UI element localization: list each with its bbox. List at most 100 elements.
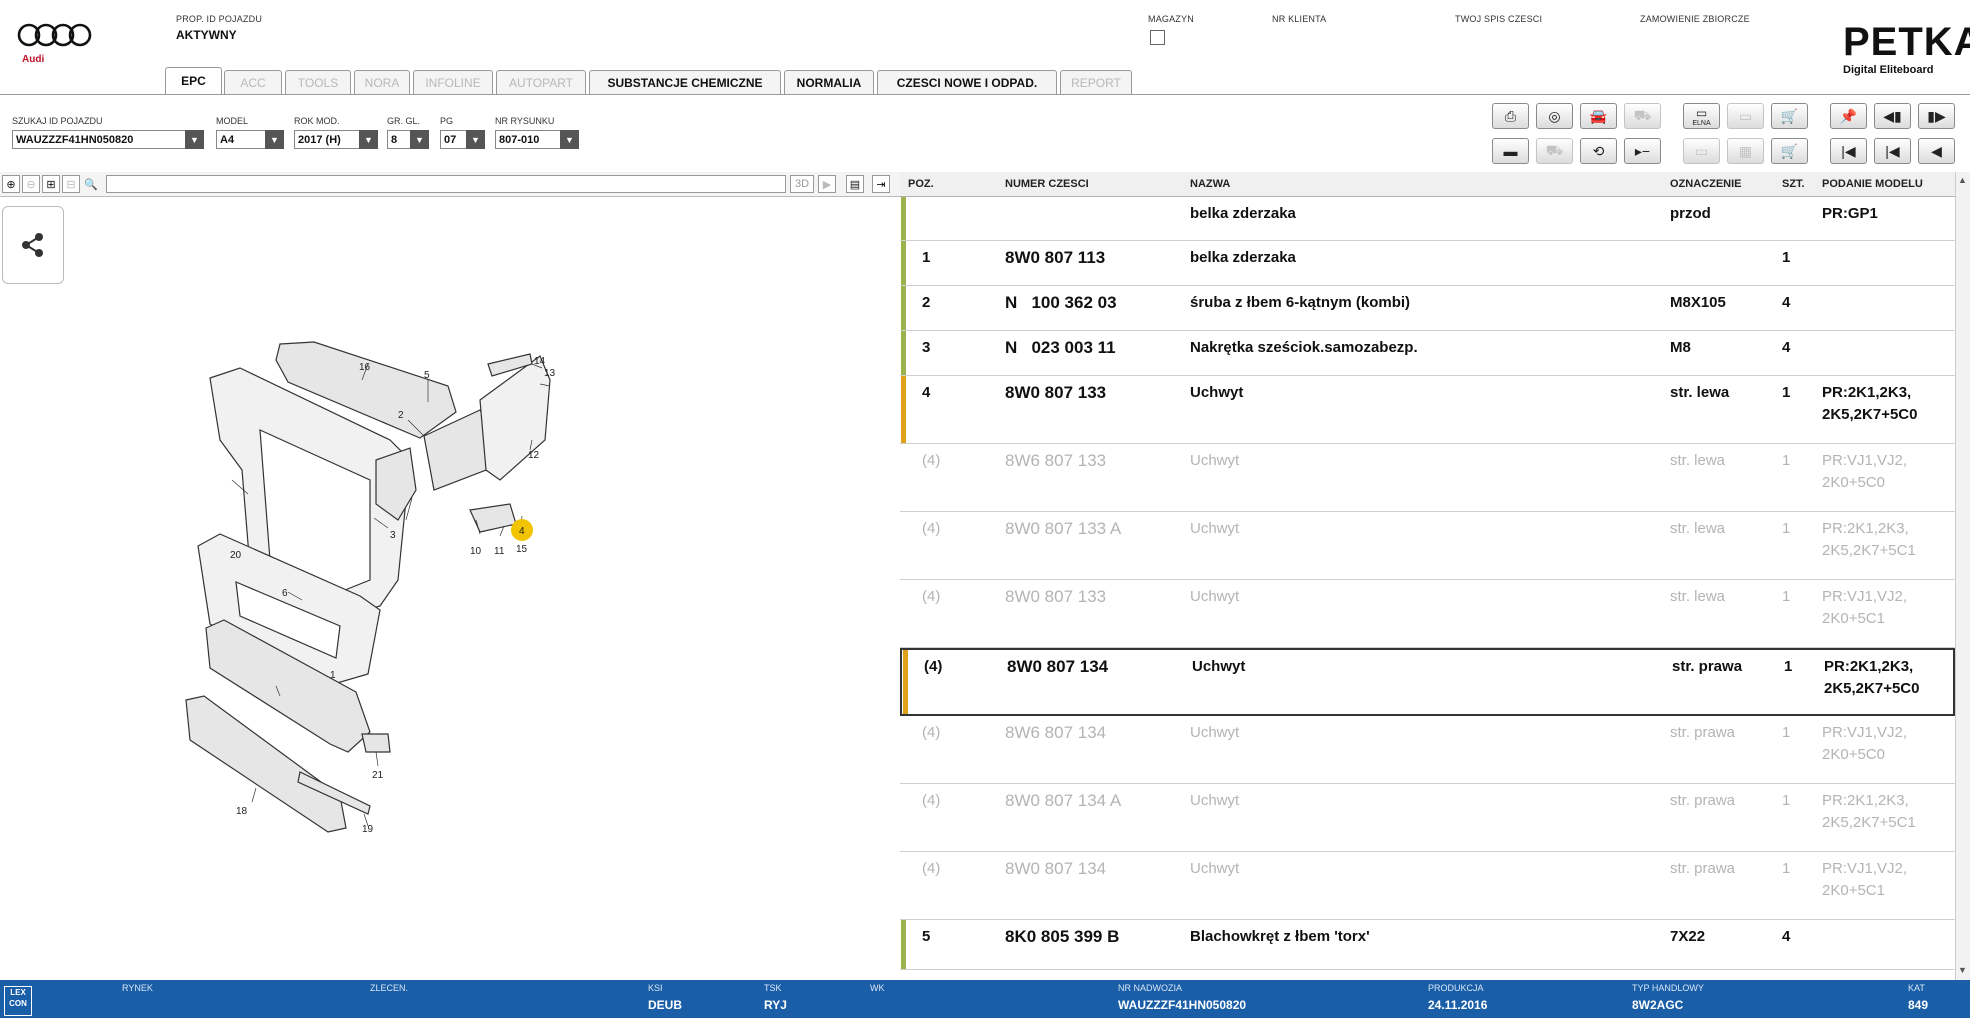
pin-icon[interactable]: 📌 [1830, 103, 1867, 129]
drawing-search-input[interactable] [106, 175, 786, 193]
cell-nazwa: Uchwyt [1190, 520, 1240, 537]
table-row[interactable]: belka zderzaka przod PR:GP1 [900, 197, 1955, 241]
scroll-down-icon[interactable]: ▼ [1958, 965, 1967, 975]
search-icon[interactable]: 🔍 [82, 175, 100, 193]
col-szt[interactable]: SZT. [1782, 178, 1805, 190]
zoom-out-icon[interactable]: ⊖ [22, 175, 40, 193]
zoom-area-icon[interactable]: ⊞ [42, 175, 60, 193]
chevron-down-icon[interactable]: ▼ [560, 130, 579, 149]
tab-acc[interactable]: ACC [224, 70, 282, 94]
app-header: Audi PROP. ID POJAZDU AKTYWNY MAGAZYN NR… [0, 0, 1970, 95]
zlecen-label: ZLECEN. [370, 983, 409, 993]
col-poz[interactable]: POZ. [908, 178, 934, 190]
info-disabled-icon[interactable]: ▭ [1727, 103, 1764, 129]
magazyn-checkbox[interactable] [1150, 30, 1165, 45]
zoom-in-icon[interactable]: ⊕ [2, 175, 20, 193]
table-row[interactable]: (4) 8W0 807 133 A Uchwyt str. lewa 1 PR:2K1,2… [900, 512, 1955, 580]
first-icon[interactable]: |◀ [1830, 138, 1867, 164]
back-icon[interactable]: ◀ [1918, 138, 1955, 164]
expand-icon[interactable]: ⇥ [872, 175, 890, 193]
table-row[interactable]: (4) 8W6 807 134 Uchwyt str. prawa 1 PR:VJ1,VJ… [900, 716, 1955, 784]
col-oznaczenie[interactable]: OZNACZENIE [1670, 178, 1742, 190]
typ-handlowy-label: TYP HANDLOWY [1632, 983, 1704, 993]
spis-czesci-label: TWOJ SPIS CZESCI [1455, 14, 1543, 24]
info2-disabled-icon[interactable]: ▭ [1683, 138, 1720, 164]
vin-select[interactable]: WAUZZZF41HN050820 ▼ [12, 130, 204, 149]
cell-szt: 1 [1782, 249, 1791, 266]
prev-icon[interactable]: |◀ [1874, 138, 1911, 164]
nr-rysunku-select[interactable]: 807-010 ▼ [495, 130, 579, 149]
elna-label: ELNA [1692, 119, 1711, 127]
table-row[interactable]: 2 N 100 362 03 śruba z łbem 6-kątnym (komb… [900, 286, 1955, 331]
step-icon[interactable]: ▸− [1624, 138, 1661, 164]
share-button[interactable] [2, 206, 64, 284]
cart-icon[interactable]: 🛒 [1771, 138, 1808, 164]
tab-autopart[interactable]: AUTOPART [496, 70, 586, 94]
table-row[interactable]: (4) 8W0 807 134 Uchwyt str. prawa 1 PR:VJ1,VJ… [900, 852, 1955, 920]
table-row[interactable]: (4) 8W0 807 133 Uchwyt str. lewa 1 PR:VJ1,VJ2… [900, 580, 1955, 648]
print-icon[interactable]: ⎙ [1492, 103, 1529, 129]
gr-value: 8 [391, 133, 398, 146]
part-disabled-icon[interactable]: ▦ [1727, 138, 1764, 164]
exploded-parts-drawing[interactable]: 16 5 2 14 13 12 4 3 10 11 15 20 6 1 21 1… [180, 320, 700, 860]
rok-select[interactable]: 2017 (H) ▼ [294, 130, 378, 149]
tab-normalia[interactable]: NORMALIA [784, 70, 874, 94]
table-row[interactable]: (4) 8W0 807 134 Uchwyt str. prawa 1 PR:2K1,2K… [900, 648, 1955, 716]
cell-model-line2: 2K5,2K7+5C0 [1824, 680, 1920, 697]
tab-tools[interactable]: TOOLS [285, 70, 351, 94]
col-numer[interactable]: NUMER CZESCI [1005, 178, 1089, 190]
tab-substancje-chemiczne[interactable]: SUBSTANCJE CHEMICZNE [589, 70, 781, 94]
table-scrollbar[interactable]: ▲ ▼ [1955, 172, 1970, 980]
vin-label: SZUKAJ ID POJAZDU [12, 116, 103, 126]
tab-infoline[interactable]: INFOLINE [413, 70, 493, 94]
cell-nazwa: belka zderzaka [1190, 249, 1296, 266]
cell-oznaczenie: str. prawa [1670, 792, 1736, 809]
tab-epc[interactable]: EPC [165, 67, 222, 94]
col-podanie[interactable]: PODANIE MODELU [1822, 178, 1923, 190]
car-tilt-icon[interactable]: ⟲ [1580, 138, 1617, 164]
tab-report[interactable]: REPORT [1060, 70, 1132, 94]
table-row[interactable]: (4) 8W6 807 133 Uchwyt str. lewa 1 PR:VJ1,VJ2… [900, 444, 1955, 512]
cell-numer: 8W0 807 133 [1005, 383, 1107, 402]
prev-page-icon[interactable]: ◀▮ [1874, 103, 1911, 129]
gr-select[interactable]: 8 ▼ [387, 130, 429, 149]
table-row[interactable]: 4 8W0 807 133 Uchwyt str. lewa 1 PR:2K1,2K3, 2… [900, 376, 1955, 444]
car-disabled-icon[interactable]: ⛟ [1624, 103, 1661, 129]
chevron-down-icon[interactable]: ▼ [466, 130, 485, 149]
chevron-down-icon[interactable]: ▼ [185, 130, 204, 149]
scroll-up-icon[interactable]: ▲ [1958, 175, 1967, 185]
cell-poz: 5 [922, 928, 931, 945]
pg-select[interactable]: 07 ▼ [440, 130, 485, 149]
audi-rings-logo [17, 23, 92, 47]
model-select[interactable]: A4 ▼ [216, 130, 284, 149]
cell-oznaczenie: str. prawa [1672, 658, 1743, 675]
nr-rysunku-label: NR RYSUNKU [495, 116, 555, 126]
stamp-icon[interactable]: ◎ [1536, 103, 1573, 129]
layout-icon[interactable]: ▤ [846, 175, 864, 193]
view-3d-button[interactable]: 3D [790, 175, 814, 193]
table-row[interactable]: 5 8K0 805 399 B Blachowkręt z łbem 'torx' 7… [900, 920, 1955, 970]
chevron-down-icon[interactable]: ▼ [410, 130, 429, 149]
tab-nora[interactable]: NORA [354, 70, 410, 94]
table-row[interactable]: 1 8W0 807 113 belka zderzaka 1 [900, 241, 1955, 286]
callout-3: 3 [390, 530, 396, 541]
table-row[interactable]: 3 N 023 003 11 Nakrętka sześciok.samozabez… [900, 331, 1955, 376]
cell-poz: (4) [922, 792, 941, 809]
elna-icon[interactable]: ▭ ELNA [1683, 103, 1720, 129]
cart-add-icon[interactable]: 🛒 [1771, 103, 1808, 129]
cell-oznaczenie: str. prawa [1670, 724, 1736, 741]
col-nazwa[interactable]: NAZWA [1190, 178, 1230, 190]
callout-14: 14 [534, 356, 546, 367]
car-drive-disabled-icon[interactable]: ⛟ [1536, 138, 1573, 164]
chevron-down-icon[interactable]: ▼ [265, 130, 284, 149]
tab-czesci-nowe[interactable]: CZESCI NOWE I ODPAD. [877, 70, 1057, 94]
car-check-icon[interactable]: 🚘 [1580, 103, 1617, 129]
table-row[interactable]: (4) 8W0 807 134 A Uchwyt str. prawa 1 PR:2K1,… [900, 784, 1955, 852]
screen-icon[interactable]: ▬ [1492, 138, 1529, 164]
cell-szt: 1 [1782, 384, 1791, 401]
chevron-down-icon[interactable]: ▼ [359, 130, 378, 149]
next-page-icon[interactable]: ▮▶ [1918, 103, 1955, 129]
cell-szt: 4 [1782, 339, 1791, 356]
zoom-reset-icon[interactable]: ⊟ [62, 175, 80, 193]
play-icon[interactable]: ▶ [818, 175, 836, 193]
